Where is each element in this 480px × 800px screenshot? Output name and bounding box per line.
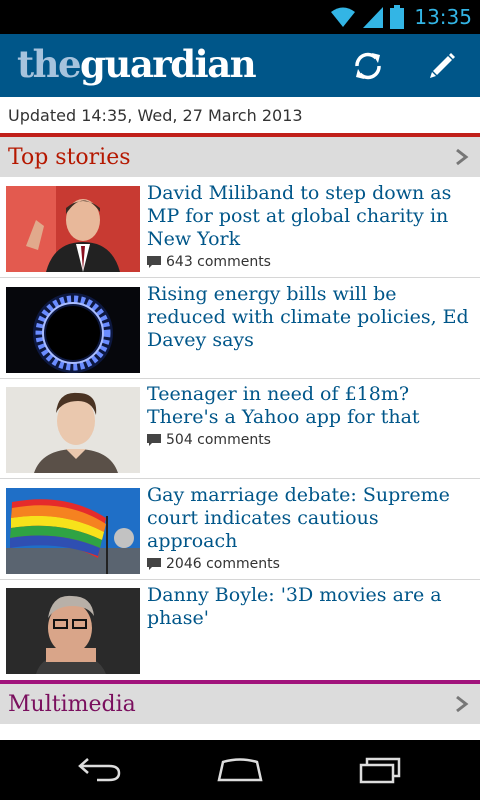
story-thumbnail [6,588,140,674]
story-item[interactable]: Danny Boyle: '3D movies are a phase' [0,580,480,680]
battery-icon [390,5,405,29]
status-bar: 13:35 [0,0,480,34]
comment-bubble-icon [147,255,161,268]
comment-bubble-icon [147,433,161,446]
app-header: theguardian [0,34,480,97]
story-headline[interactable]: Danny Boyle: '3D movies are a phase' [147,584,473,630]
section-header-multimedia[interactable]: Multimedia [0,684,480,724]
comment-count-label: 643 comments [166,254,271,270]
story-item[interactable]: Rising energy bills will be reduced with… [0,279,480,379]
status-clock: 13:35 [414,5,472,29]
recent-apps-icon [359,757,401,784]
guardian-logo[interactable]: theguardian [17,40,257,88]
compose-button[interactable] [424,48,460,84]
logo-prefix: the [17,42,82,86]
back-icon [78,758,121,782]
section-title: Top stories [8,145,131,170]
story-headline[interactable]: Gay marriage debate: Supreme court indic… [147,484,473,553]
refresh-button[interactable] [350,48,386,84]
compose-pencil-icon [430,53,455,78]
comment-count[interactable]: 2046 comments [147,556,280,572]
list-continuation [0,724,480,740]
story-thumbnail [6,186,140,272]
comment-count-label: 504 comments [166,432,271,448]
story-thumbnail [6,488,140,574]
recent-apps-button[interactable] [356,754,404,786]
back-button[interactable] [76,754,124,786]
signal-icon [363,7,384,28]
story-thumbnail [6,387,140,473]
comment-count[interactable]: 643 comments [147,254,271,270]
section-header-top-stories[interactable]: Top stories [0,137,480,177]
story-item[interactable]: David Miliband to step down as MP for po… [0,178,480,278]
home-icon [217,758,263,782]
updated-timestamp: Updated 14:35, Wed, 27 March 2013 [0,97,480,133]
system-nav-bar [0,740,480,800]
home-button[interactable] [216,754,264,786]
story-item[interactable]: Gay marriage debate: Supreme court indic… [0,480,480,580]
story-thumbnail [6,287,140,373]
story-headline[interactable]: David Miliband to step down as MP for po… [147,182,473,251]
wifi-icon [331,7,356,27]
refresh-icon [355,52,381,80]
chevron-right-icon [456,148,469,166]
comment-count[interactable]: 504 comments [147,432,271,448]
story-headline[interactable]: Teenager in need of £18m? There's a Yaho… [147,383,473,429]
comment-count-label: 2046 comments [166,556,280,572]
section-title: Multimedia [8,692,136,717]
chevron-right-icon [456,695,469,713]
story-headline[interactable]: Rising energy bills will be reduced with… [147,283,473,352]
story-item[interactable]: Teenager in need of £18m? There's a Yaho… [0,379,480,479]
comment-bubble-icon [147,557,161,570]
logo-main: guardian [80,42,257,86]
